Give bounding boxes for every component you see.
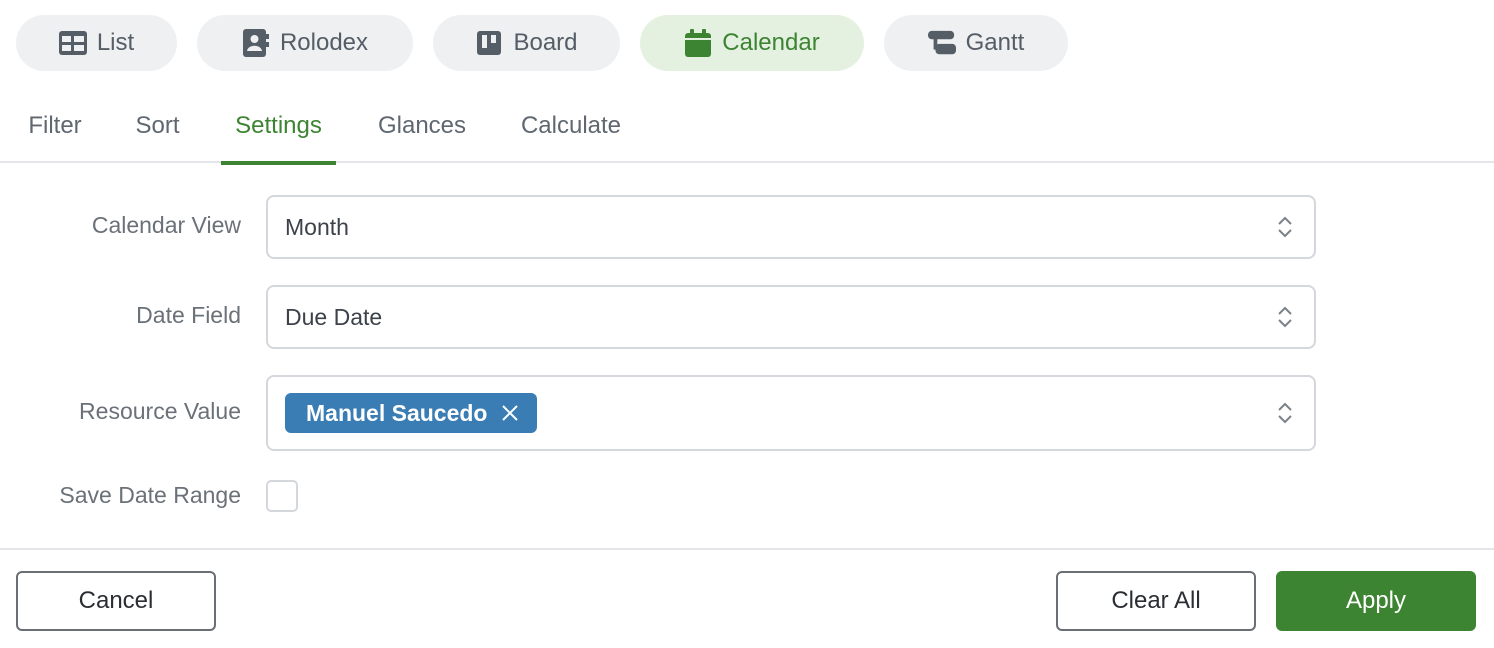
- view-tab-list[interactable]: List: [16, 15, 177, 71]
- list-grid-icon: [58, 29, 87, 57]
- resource-value-select[interactable]: Manuel Saucedo: [266, 375, 1316, 451]
- calendar-view-select[interactable]: Month: [266, 195, 1316, 259]
- tab-filter[interactable]: Filter: [16, 100, 94, 163]
- kanban-board-icon: [475, 29, 503, 57]
- calendar-icon: [684, 29, 712, 57]
- tab-label: Settings: [235, 112, 322, 139]
- save-date-range-label: Save Date Range: [59, 482, 241, 508]
- view-tab-board[interactable]: Board: [433, 15, 620, 71]
- tab-label: Sort: [135, 112, 180, 139]
- close-icon[interactable]: [501, 404, 519, 422]
- view-tab-gantt[interactable]: Gantt: [884, 15, 1068, 71]
- cancel-button[interactable]: Cancel: [16, 571, 216, 631]
- calendar-view-label: Calendar View: [91, 212, 241, 238]
- contact-card-icon: [242, 29, 270, 57]
- tab-label: Filter: [28, 112, 82, 139]
- view-tabs: List Rolodex Board Calendar Gantt: [16, 15, 1088, 71]
- resource-value-label: Resource Value: [79, 398, 241, 424]
- save-date-range-checkbox[interactable]: [266, 480, 298, 512]
- chevron-up-down-icon: [1278, 402, 1292, 424]
- view-tab-rolodex[interactable]: Rolodex: [197, 15, 413, 71]
- calendar-view-value: Month: [285, 213, 349, 240]
- tab-calculate[interactable]: Calculate: [508, 100, 634, 163]
- apply-button[interactable]: Apply: [1276, 571, 1476, 631]
- tab-label: Calculate: [520, 112, 622, 139]
- settings-sub-tabs: Filter Sort Settings Glances Calculate: [0, 100, 1494, 165]
- resource-chip-label: Manuel Saucedo: [306, 399, 488, 426]
- gantt-icon: [927, 29, 956, 57]
- date-field-label: Date Field: [136, 302, 241, 328]
- view-tab-label: List: [96, 29, 135, 56]
- tab-label: Glances: [377, 112, 467, 139]
- tab-settings[interactable]: Settings: [221, 100, 336, 165]
- view-tab-label: Gantt: [965, 29, 1025, 56]
- tab-sort[interactable]: Sort: [124, 100, 191, 163]
- view-tab-label: Board: [513, 29, 578, 56]
- chevron-up-down-icon: [1278, 306, 1292, 328]
- date-field-value: Due Date: [285, 303, 383, 330]
- view-tab-calendar[interactable]: Calendar: [640, 15, 864, 71]
- resource-chip: Manuel Saucedo: [285, 393, 538, 433]
- view-tab-label: Rolodex: [279, 29, 369, 56]
- chevron-up-down-icon: [1278, 216, 1292, 238]
- footer-divider: [0, 548, 1494, 550]
- clear-all-button[interactable]: Clear All: [1056, 571, 1256, 631]
- view-tab-label: Calendar: [722, 29, 820, 56]
- tab-glances[interactable]: Glances: [366, 100, 478, 163]
- date-field-select[interactable]: Due Date: [266, 285, 1316, 349]
